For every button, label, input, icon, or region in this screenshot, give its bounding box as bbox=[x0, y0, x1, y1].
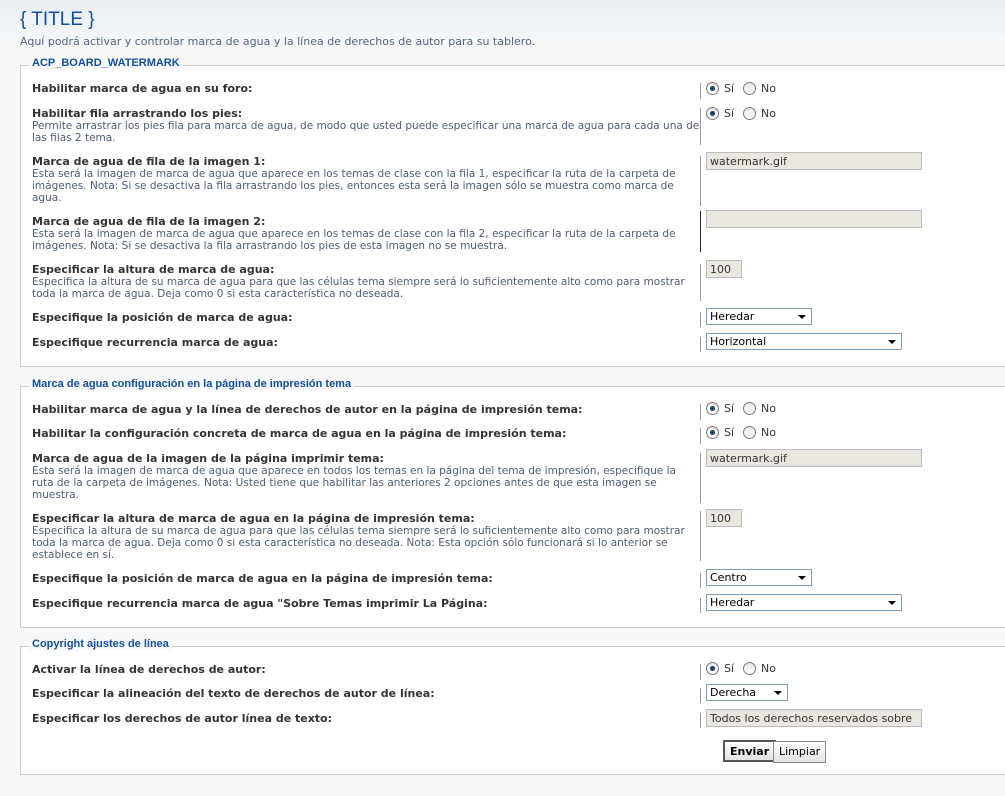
divider bbox=[700, 511, 701, 561]
reset-button[interactable]: Limpiar bbox=[773, 741, 827, 763]
image2-input[interactable] bbox=[706, 210, 922, 228]
print-height-input[interactable]: 100 bbox=[706, 509, 742, 527]
row-drag-description: Permite arrastrar los pies fila para mar… bbox=[32, 120, 700, 144]
watermark-settings-fieldset: ACP_BOARD_WATERMARK Habilitar marca de a… bbox=[20, 57, 1005, 367]
print-image-label: Marca de agua de la imagen de la página … bbox=[32, 452, 384, 465]
copyright-enable-no-radio[interactable] bbox=[743, 662, 757, 675]
row-drag-yes-radio[interactable] bbox=[706, 107, 719, 120]
chevron-down-icon bbox=[888, 340, 896, 344]
watermark-height-input[interactable]: 100 bbox=[706, 260, 742, 278]
enable-watermark-label: Habilitar marca de agua en su foro: bbox=[32, 82, 253, 95]
print-specific-radio-group[interactable]: Sí No bbox=[706, 426, 785, 439]
divider bbox=[700, 598, 701, 613]
section-legend: ACP_BOARD_WATERMARK bbox=[29, 57, 183, 69]
print-image-input[interactable]: watermark.gif bbox=[706, 449, 922, 467]
print-page-settings-fieldset: Marca de agua configuración en la página… bbox=[20, 378, 1005, 628]
page-title: { TITLE } bbox=[20, 9, 95, 30]
print-specific-yes-radio[interactable] bbox=[706, 426, 719, 439]
enable-watermark-no-radio[interactable] bbox=[743, 82, 757, 95]
print-enable-yes-radio[interactable] bbox=[706, 402, 719, 415]
chevron-down-icon bbox=[774, 691, 782, 695]
no-label: No bbox=[761, 662, 777, 675]
copyright-text-label: Especificar los derechos de autor línea … bbox=[32, 712, 333, 725]
print-repeat-label: Especifique recurrencia marca de agua "S… bbox=[32, 597, 488, 610]
print-specific-no-radio[interactable] bbox=[743, 426, 757, 439]
print-image-description: Esta será la imagen de marca de agua que… bbox=[32, 465, 676, 501]
chevron-down-icon bbox=[888, 601, 896, 605]
no-label: No bbox=[761, 82, 777, 95]
image1-label: Marca de agua de fila de la imagen 1: bbox=[32, 155, 266, 168]
copyright-text-input[interactable]: Todos los derechos reservados sobre bbox=[706, 709, 922, 727]
divider bbox=[700, 404, 701, 420]
image2-label: Marca de agua de fila de la imagen 2: bbox=[32, 215, 266, 228]
copyright-settings-fieldset: Copyright ajustes de línea Activar la lí… bbox=[20, 638, 1005, 775]
yes-label: Sí bbox=[724, 82, 735, 95]
copyright-enable-label: Activar la línea de derechos de autor: bbox=[32, 663, 266, 676]
print-height-description: Especifica la altura de su marca de agua… bbox=[32, 525, 685, 561]
divider bbox=[700, 264, 701, 301]
row-drag-radio-group[interactable]: Sí No bbox=[706, 107, 785, 120]
divider bbox=[700, 337, 701, 352]
divider bbox=[700, 688, 701, 703]
divider bbox=[700, 83, 701, 99]
print-enable-no-radio[interactable] bbox=[743, 402, 757, 415]
copyright-enable-yes-radio[interactable] bbox=[706, 662, 719, 675]
print-enable-label: Habilitar marca de agua y la línea de de… bbox=[32, 403, 583, 416]
no-label: No bbox=[761, 426, 777, 439]
print-repeat-select[interactable]: Heredar bbox=[706, 594, 902, 611]
yes-label: Sí bbox=[724, 107, 735, 120]
divider bbox=[700, 108, 701, 145]
watermark-height-description: Especifica la altura de su marca de agua… bbox=[32, 276, 685, 300]
yes-label: Sí bbox=[724, 662, 735, 675]
copyright-align-label: Especificar la alineación del texto de d… bbox=[32, 687, 435, 700]
row-drag-label: Habilitar fila arrastrando los pies: bbox=[32, 107, 243, 120]
print-enable-radio-group[interactable]: Sí No bbox=[706, 402, 785, 415]
divider bbox=[700, 312, 701, 327]
yes-label: Sí bbox=[724, 402, 735, 415]
select-value: Heredar bbox=[710, 310, 755, 323]
print-specific-label: Habilitar la configuración concreta de m… bbox=[32, 427, 567, 440]
divider bbox=[700, 573, 701, 588]
divider bbox=[700, 453, 701, 503]
print-position-label: Especifique la posición de marca de agua… bbox=[32, 572, 493, 585]
watermark-height-label: Especificar la altura de marca de agua: bbox=[32, 263, 275, 276]
watermark-repeat-select[interactable]: Horizontal bbox=[706, 333, 902, 350]
divider bbox=[700, 713, 701, 728]
page-description: Aquí podrá activar y controlar marca de … bbox=[20, 35, 536, 48]
yes-label: Sí bbox=[724, 426, 735, 439]
print-position-select[interactable]: Centro bbox=[706, 569, 812, 586]
copyright-enable-radio-group[interactable]: Sí No bbox=[706, 662, 785, 675]
image2-description: Esta será la imagen de marca de agua que… bbox=[32, 228, 676, 252]
divider bbox=[700, 664, 701, 680]
chevron-down-icon bbox=[798, 315, 806, 319]
image1-description: Esta será la imagen de marca de agua que… bbox=[32, 168, 676, 204]
no-label: No bbox=[761, 107, 777, 120]
no-label: No bbox=[761, 402, 777, 415]
section-legend: Marca de agua configuración en la página… bbox=[29, 378, 355, 390]
watermark-repeat-label: Especifique recurrencia marca de agua: bbox=[32, 336, 278, 349]
divider bbox=[700, 211, 701, 252]
enable-watermark-yes-radio[interactable] bbox=[706, 82, 719, 95]
watermark-position-select[interactable]: Heredar bbox=[706, 308, 812, 325]
divider bbox=[700, 156, 701, 206]
enable-watermark-radio-group[interactable]: Sí No bbox=[706, 82, 785, 95]
select-value: Derecha bbox=[710, 686, 757, 699]
select-value: Centro bbox=[710, 571, 747, 584]
select-value: Heredar bbox=[710, 596, 755, 609]
chevron-down-icon bbox=[798, 576, 806, 580]
watermark-position-label: Especifique la posición de marca de agua… bbox=[32, 311, 293, 324]
select-value: Horizontal bbox=[710, 335, 767, 348]
section-legend: Copyright ajustes de línea bbox=[29, 638, 172, 650]
copyright-align-select[interactable]: Derecha bbox=[706, 684, 788, 701]
image1-input[interactable]: watermark.gif bbox=[706, 152, 922, 170]
row-drag-no-radio[interactable] bbox=[743, 107, 757, 120]
submit-button[interactable]: Enviar bbox=[723, 740, 777, 762]
print-height-label: Especificar la altura de marca de agua e… bbox=[32, 512, 475, 525]
divider bbox=[700, 428, 701, 444]
